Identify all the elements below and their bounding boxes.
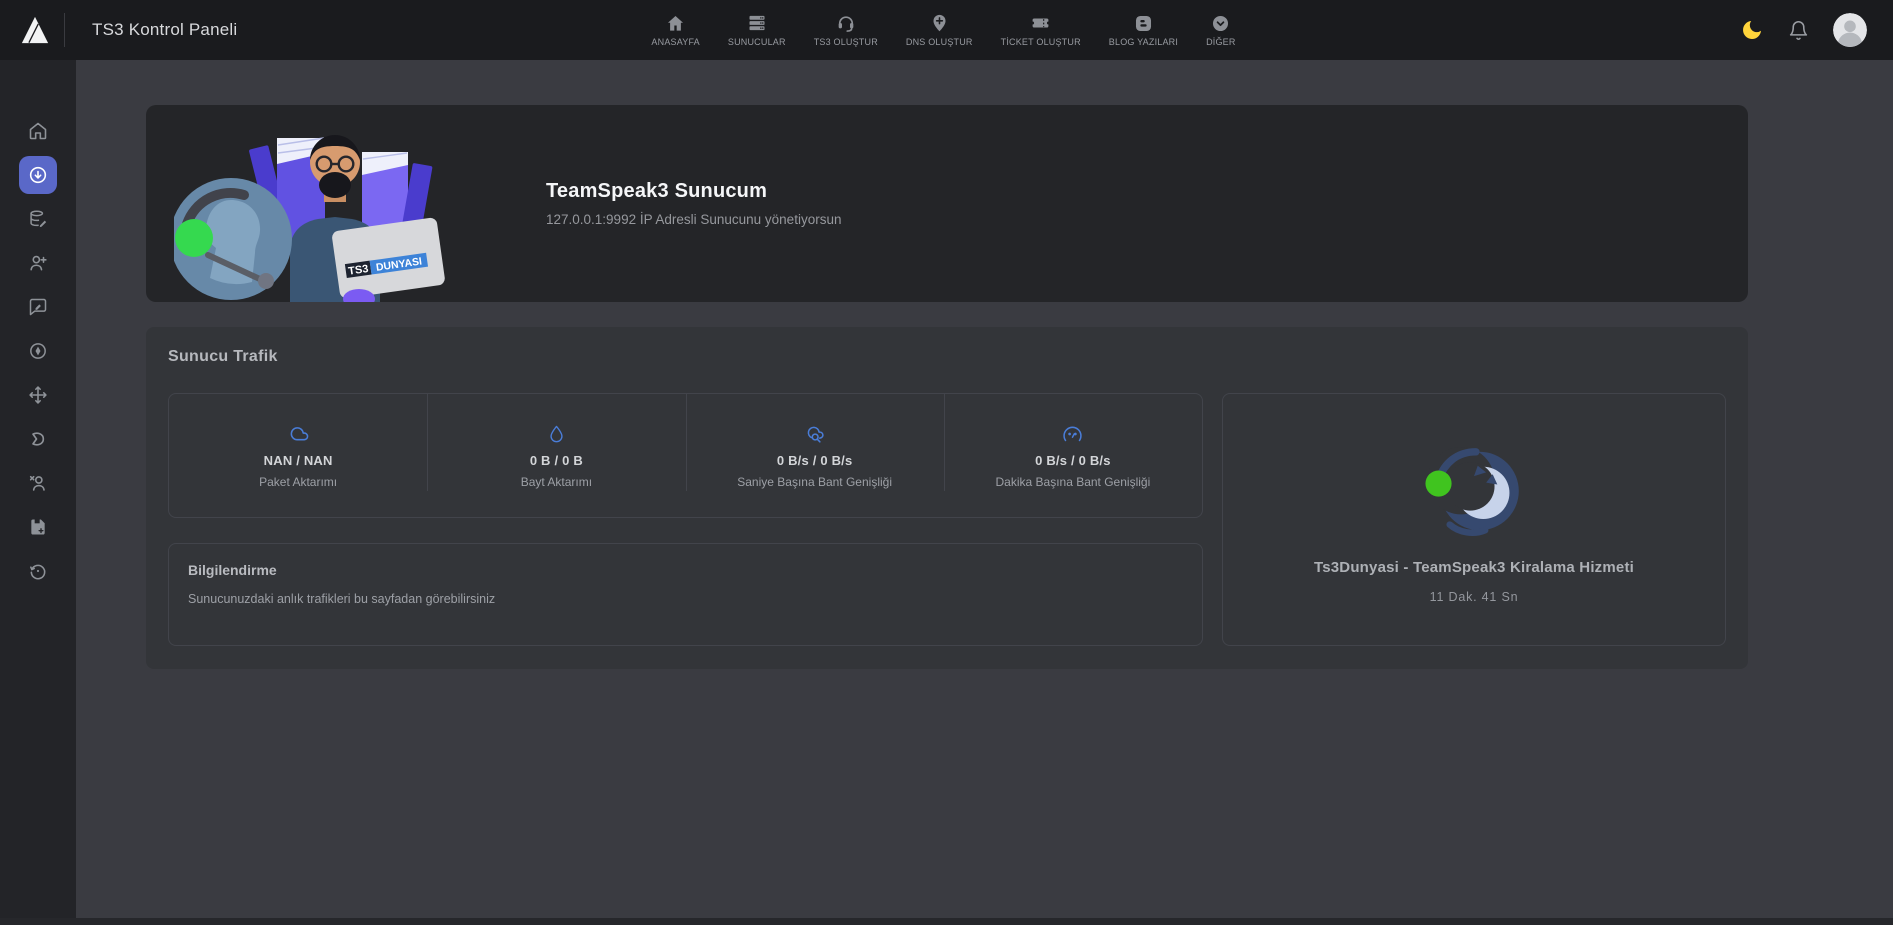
brand[interactable]: TS3 Kontrol Paneli [20,13,645,47]
ts3dunyasi-mark-icon [28,429,48,449]
nav-item-ts3-olustur[interactable]: TS3 OLUŞTUR [808,13,884,47]
sidebar-item-backup[interactable] [19,508,57,546]
sidebar-item-home[interactable] [19,112,57,150]
sidebar-item-target[interactable] [19,332,57,370]
sidebar-item-ts3dunyasi[interactable] [19,420,57,458]
move-icon [28,385,48,405]
sidebar-item-server-dashboard[interactable] [19,156,57,194]
section-title: Sunucu Trafik [168,348,1726,366]
user-plus-icon [28,253,48,273]
home-icon [28,121,48,141]
hosting-uptime: 11 Dak. 41 Sn [1430,590,1519,604]
moon-icon[interactable] [1740,18,1764,42]
main-content: TS3 DUNYASI TeamSpeak3 Sunucum [76,60,1893,918]
sidebar-item-remove-user[interactable] [19,464,57,502]
ticket-icon [1030,13,1051,33]
brand-divider [64,13,65,47]
server-subtitle: 127.0.0.1:9992 İP Adresli Sunucunu yönet… [546,212,841,227]
circle-chevron-down-icon [1211,13,1230,33]
droplet-icon [546,422,567,446]
sidebar-item-move[interactable] [19,376,57,414]
sidebar-item-database-edit[interactable] [19,200,57,238]
stat-paket-aktarimi: NAN / NAN Paket Aktarımı [169,394,427,517]
pin-plus-icon [930,13,949,33]
server-traffic-card: Sunucu Trafik NAN / NAN Paket Aktarımı [146,327,1748,669]
arrow-down-circle-icon [28,165,48,185]
hosting-name: Ts3Dunyasi - TeamSpeak3 Kiralama Hizmeti [1314,559,1634,576]
cloud-icon [287,422,310,446]
servers-icon [747,13,767,33]
home-icon [666,13,685,33]
cloud-search-icon [803,422,826,446]
ts3dunyasi-logo [1418,435,1530,547]
navbar-actions [1242,13,1867,47]
gauge-icon [1061,422,1084,446]
sidebar-item-messages[interactable] [19,288,57,326]
main-nav: ANASAYFA SUNUCULAR TS3 OLUŞTUR DNS OLUŞT… [645,13,1241,47]
nav-item-sunucular[interactable]: SUNUCULAR [722,13,792,47]
sidebar-item-history[interactable] [19,552,57,590]
server-title: TeamSpeak3 Sunucum [546,180,841,203]
info-text: Sunucunuzdaki anlık trafikleri bu sayfad… [188,592,1183,606]
stat-bayt-aktarimi: 0 B / 0 B Bayt Aktarımı [427,394,685,517]
hosting-panel: Ts3Dunyasi - TeamSpeak3 Kiralama Hizmeti… [1222,393,1726,646]
page-layout: TS3 DUNYASI TeamSpeak3 Sunucum [0,60,1893,918]
stat-dakika-bant-genisligi: 0 B/s / 0 B/s Dakika Başına Bant Genişli… [944,394,1202,517]
info-title: Bilgilendirme [188,562,1183,578]
server-heading: TeamSpeak3 Sunucum 127.0.0.1:9992 İP Adr… [546,180,841,227]
server-hero-card: TS3 DUNYASI TeamSpeak3 Sunucum [146,105,1748,302]
nav-item-diger[interactable]: DİĞER [1200,13,1242,47]
save-plus-icon [28,517,48,537]
stat-saniye-bant-genisligi: 0 B/s / 0 B/s Saniye Başına Bant Genişli… [686,394,944,517]
traffic-stats-box: NAN / NAN Paket Aktarımı 0 B / 0 B Bayt … [168,393,1203,518]
blogger-icon [1134,13,1153,33]
status-dot-green [1425,470,1451,496]
nav-item-ticket-olustur[interactable]: TİCKET OLUŞTUR [995,13,1087,47]
top-navbar: TS3 Kontrol Paneli ANASAYFA SUNUCULAR TS… [0,0,1893,60]
support-illustration: TS3 DUNYASI [174,112,474,302]
nav-item-anasayfa[interactable]: ANASAYFA [645,13,705,47]
nav-item-blog-yazilari[interactable]: BLOG YAZILARI [1103,13,1184,47]
database-edit-icon [28,209,48,229]
target-icon [28,341,48,361]
bell-icon[interactable] [1788,20,1809,41]
user-x-icon [28,473,48,493]
sidebar-item-add-user[interactable] [19,244,57,282]
app-logo-triangle-icon [20,14,50,46]
info-box: Bilgilendirme Sunucunuzdaki anlık trafik… [168,543,1203,646]
headset-icon [836,13,856,33]
history-icon [28,561,48,581]
user-avatar[interactable] [1833,13,1867,47]
message-edit-icon [28,297,48,317]
nav-item-dns-olustur[interactable]: DNS OLUŞTUR [900,13,979,47]
app-title: TS3 Kontrol Paneli [92,20,237,40]
left-sidebar [0,60,76,918]
